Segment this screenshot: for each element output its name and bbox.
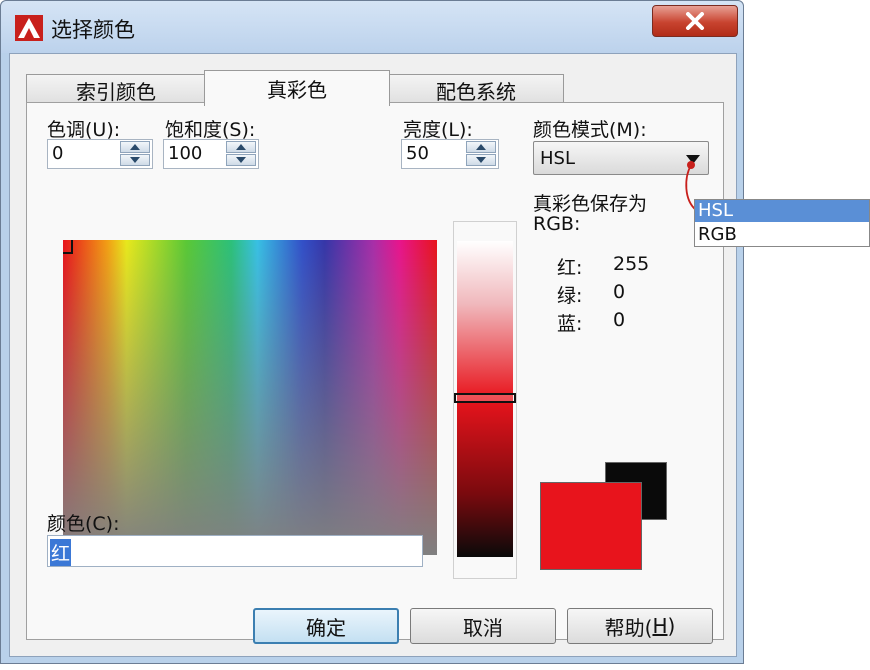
luminance-label: 亮度(L): (403, 119, 473, 141)
help-button[interactable]: 帮助(H) (567, 608, 713, 644)
hue-decrement-button[interactable] (120, 154, 150, 166)
truecolor-saved-as-label: 真彩色保存为 (533, 193, 648, 215)
window-title: 选择颜色 (51, 18, 135, 42)
luminance-stepper[interactable]: 50 (401, 139, 499, 169)
arrow-up-icon (130, 144, 140, 150)
title-bar[interactable]: 选择颜色 (1, 1, 743, 53)
autocad-app-icon (15, 15, 43, 41)
color-name-label: 颜色(C): (47, 513, 120, 535)
green-value: 0 (613, 281, 626, 303)
true-color-panel: 色调(U): 0 饱和度(S): 100 亮度(L): 50 颜色模式(M): … (26, 102, 724, 640)
saturation-label: 饱和度(S): (165, 119, 256, 141)
luminance-slider-handle[interactable] (454, 393, 516, 403)
arrow-down-icon (130, 157, 140, 163)
dropdown-option-rgb[interactable]: RGB (695, 224, 869, 246)
dropdown-option-hsl[interactable]: HSL (695, 200, 869, 222)
color-model-label: 颜色模式(M): (533, 119, 647, 141)
current-color-swatch (540, 482, 642, 570)
arrow-down-icon (236, 157, 246, 163)
color-name-input[interactable]: 红 (47, 535, 423, 567)
luminance-decrement-button[interactable] (466, 154, 496, 166)
color-name-value: 红 (50, 539, 72, 566)
blue-value: 0 (613, 309, 626, 331)
help-button-label-end: ) (667, 614, 676, 638)
dialog-client-area: 索引颜色 配色系统 色调(U): 0 饱和度(S): 100 亮度(L): 50… (9, 53, 737, 657)
arrow-up-icon (236, 144, 246, 150)
saturation-spin-buttons (226, 141, 256, 167)
cancel-button[interactable]: 取消 (410, 608, 556, 644)
hue-label: 色调(U): (47, 119, 121, 141)
ok-button[interactable]: 确定 (253, 608, 399, 644)
saturation-value: 100 (168, 143, 203, 164)
luminance-spin-buttons (466, 141, 496, 167)
close-button[interactable] (652, 5, 738, 37)
green-label: 绿: (557, 285, 583, 307)
red-label: 红: (557, 257, 583, 279)
red-value: 255 (613, 253, 650, 275)
luminance-value: 50 (406, 143, 429, 164)
select-color-dialog: 选择颜色 索引颜色 配色系统 色调(U): 0 饱和度(S): 100 亮度(L… (0, 0, 744, 664)
color-model-dropdown-list: HSL RGB (694, 199, 870, 247)
saturation-increment-button[interactable] (226, 141, 256, 153)
help-accelerator-key: H (652, 614, 668, 638)
hue-spin-buttons (120, 141, 150, 167)
help-button-label: 帮助( (604, 615, 653, 640)
spectrum-crosshair[interactable] (63, 240, 73, 254)
hue-value: 0 (52, 143, 64, 164)
hue-stepper[interactable]: 0 (47, 139, 153, 169)
saturation-stepper[interactable]: 100 (163, 139, 259, 169)
truecolor-saved-as-format: RGB: (533, 213, 581, 235)
luminance-increment-button[interactable] (466, 141, 496, 153)
hue-saturation-spectrum[interactable] (63, 240, 437, 555)
color-model-selected: HSL (540, 148, 575, 169)
tab-true-color[interactable]: 真彩色 (204, 70, 390, 106)
arrow-up-icon (476, 144, 486, 150)
close-icon (686, 12, 704, 30)
arrow-down-icon (476, 157, 486, 163)
saturation-decrement-button[interactable] (226, 154, 256, 166)
hue-increment-button[interactable] (120, 141, 150, 153)
blue-label: 蓝: (557, 313, 583, 335)
